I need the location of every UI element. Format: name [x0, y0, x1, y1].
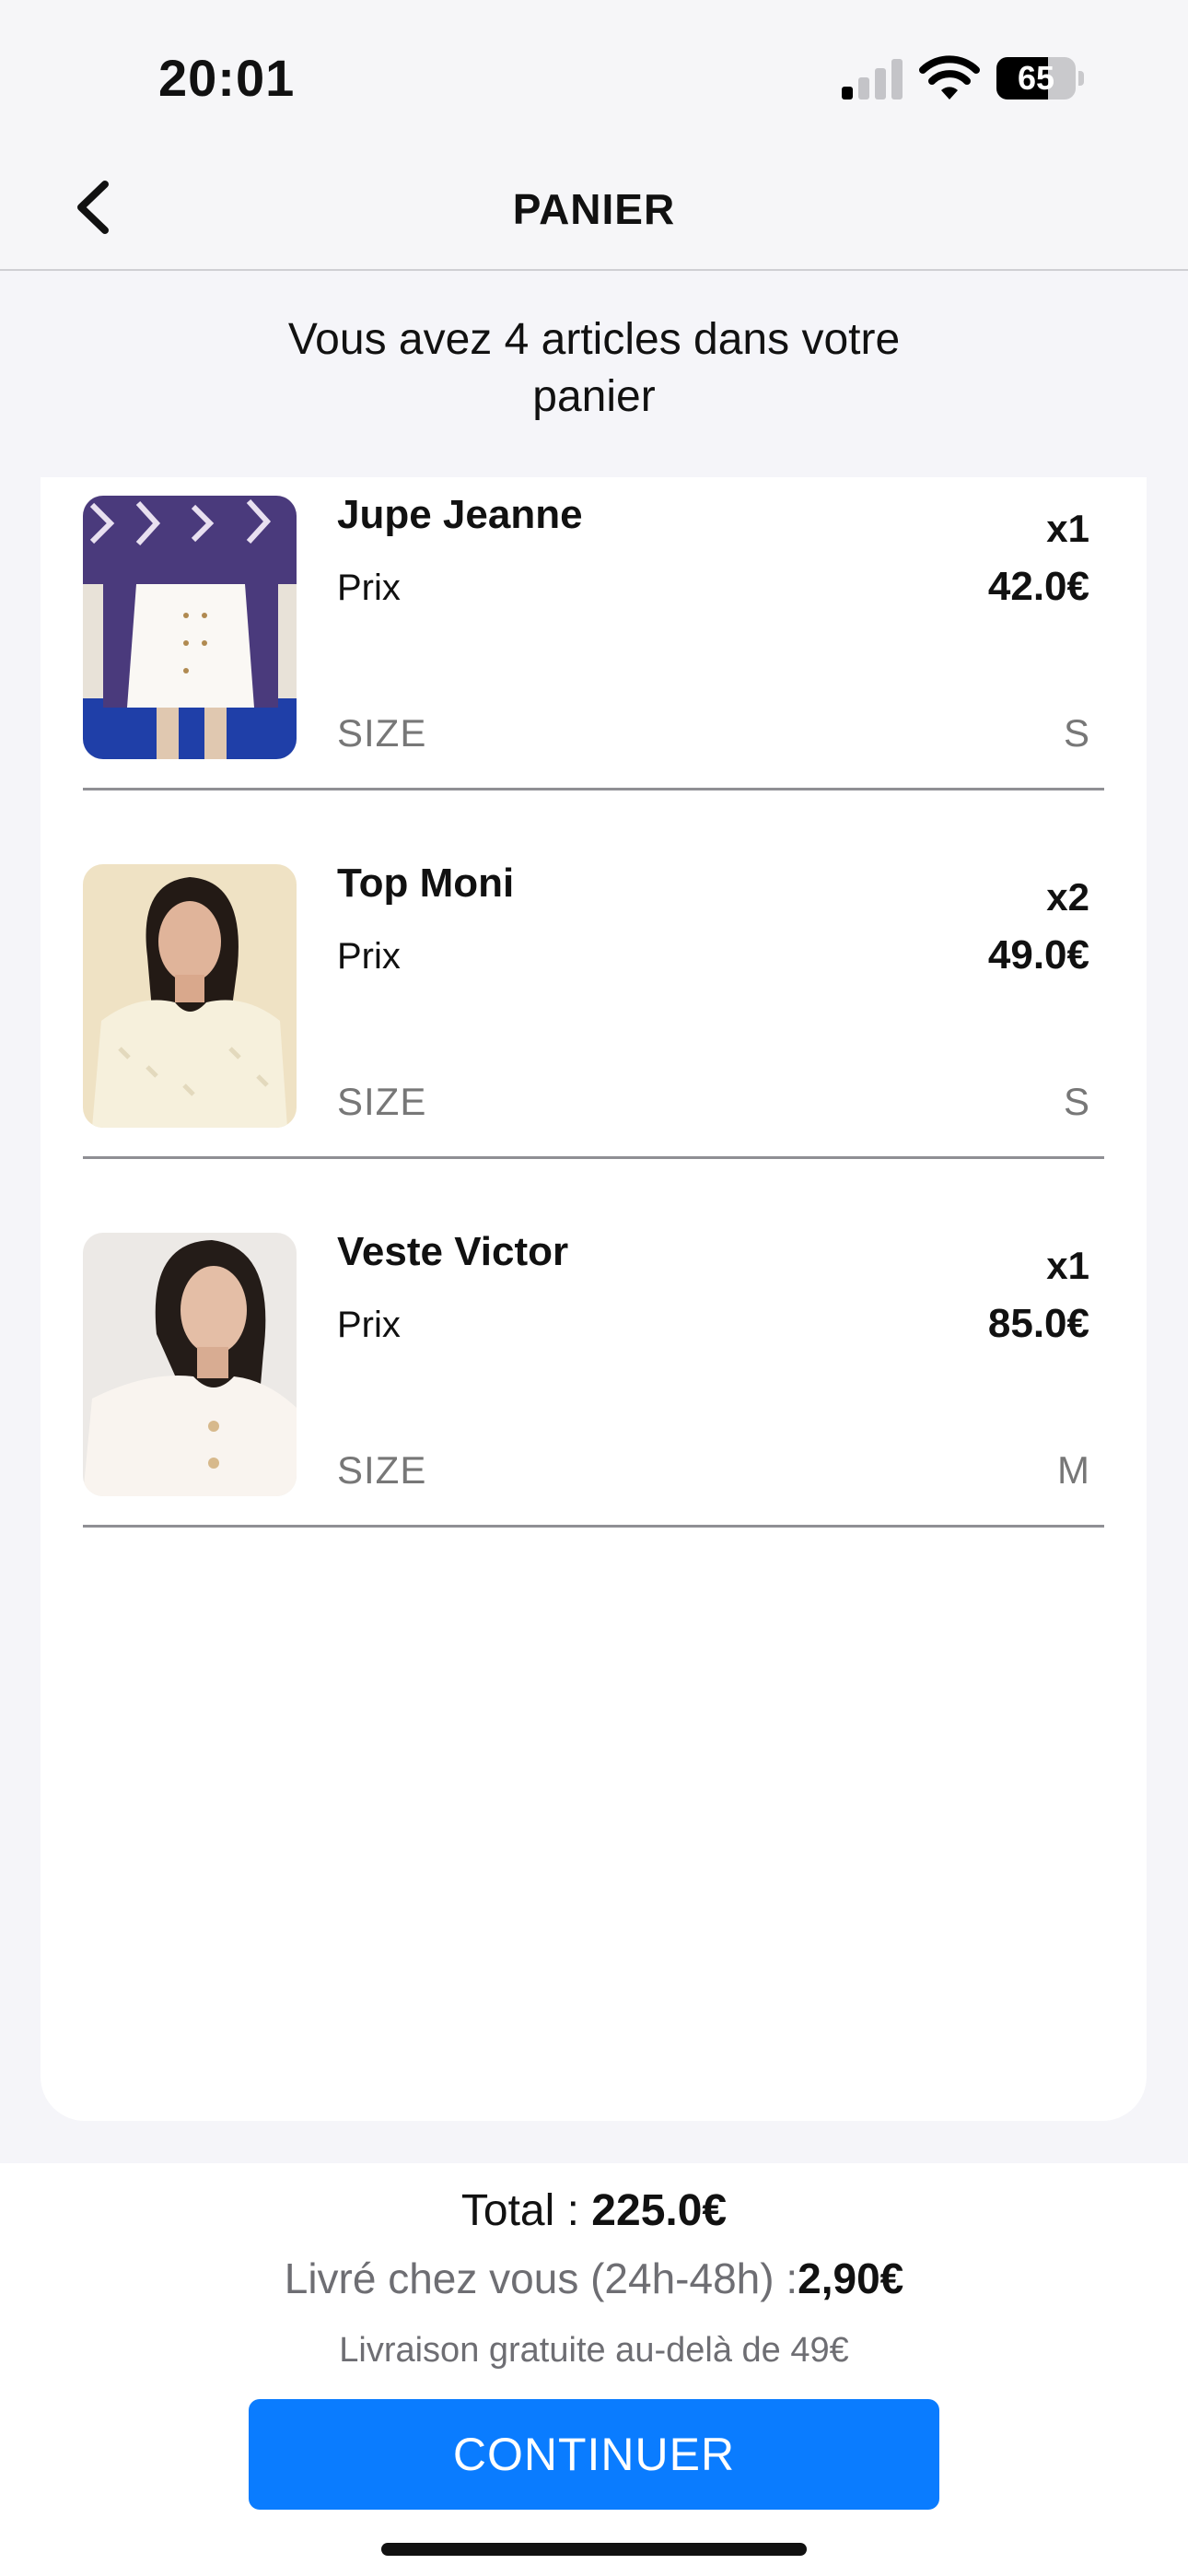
- product-quantity: x1: [1046, 507, 1089, 550]
- product-price: 49.0€: [987, 932, 1089, 978]
- product-name: Top Moni: [337, 861, 515, 906]
- total-line: Total : 225.0€: [0, 2185, 1188, 2236]
- cellular-signal-icon: [842, 59, 903, 100]
- product-image-veste-victor[interactable]: [83, 1233, 297, 1496]
- delivery-price: 2,90€: [798, 2254, 904, 2302]
- status-time: 20:01: [158, 49, 296, 107]
- delivery-label: Livré chez vous (24h-48h) :: [284, 2254, 798, 2302]
- status-bar: 20:01 65: [0, 0, 1188, 147]
- cart-item[interactable]: Jupe Jeanne x1 Prix 42.0€ SIZE S: [83, 477, 1104, 790]
- total-label: Total :: [460, 2186, 592, 2235]
- battery-level: 65: [1017, 59, 1055, 97]
- continue-button[interactable]: CONTINUER: [249, 2399, 939, 2510]
- free-shipping-note: Livraison gratuite au-delà de 49€: [339, 2331, 849, 2370]
- product-image-jupe-jeanne[interactable]: [83, 496, 297, 759]
- product-quantity: x2: [1046, 875, 1089, 919]
- cart-item[interactable]: Veste Victor x1 Prix 85.0€ SIZE M: [83, 1214, 1104, 1528]
- product-name: Jupe Jeanne: [337, 492, 583, 537]
- price-label: Prix: [337, 568, 401, 608]
- total-value: 225.0€: [591, 2186, 728, 2235]
- cart-card: Jupe Jeanne x1 Prix 42.0€ SIZE S Top Mon…: [41, 477, 1147, 2121]
- product-name: Veste Victor: [337, 1229, 569, 1274]
- price-label: Prix: [337, 1305, 401, 1345]
- product-price: 42.0€: [987, 564, 1089, 609]
- cart-summary: Vous avez 4 articles dans votre panier: [287, 315, 901, 421]
- product-size: M: [1057, 1448, 1089, 1492]
- checkout-footer: Total : 225.0€ Livré chez vous (24h-48h)…: [0, 2163, 1188, 2576]
- price-label: Prix: [337, 936, 401, 977]
- cart-item[interactable]: Top Moni x2 Prix 49.0€ SIZE S: [83, 846, 1104, 1159]
- page-title: PANIER: [512, 185, 676, 233]
- product-quantity: x1: [1046, 1244, 1089, 1287]
- size-label: SIZE: [337, 711, 427, 755]
- size-label: SIZE: [337, 1448, 427, 1492]
- nav-bar: PANIER: [0, 147, 1188, 271]
- product-image-top-moni[interactable]: [83, 864, 297, 1128]
- size-label: SIZE: [337, 1080, 427, 1123]
- battery-icon: 65: [996, 57, 1084, 100]
- product-price: 85.0€: [987, 1301, 1089, 1346]
- delivery-line: Livré chez vous (24h-48h) :2,90€: [0, 2254, 1188, 2303]
- product-size: S: [1063, 1080, 1089, 1123]
- home-indicator[interactable]: [381, 2543, 807, 2556]
- wifi-icon: [919, 55, 980, 100]
- product-size: S: [1063, 711, 1089, 755]
